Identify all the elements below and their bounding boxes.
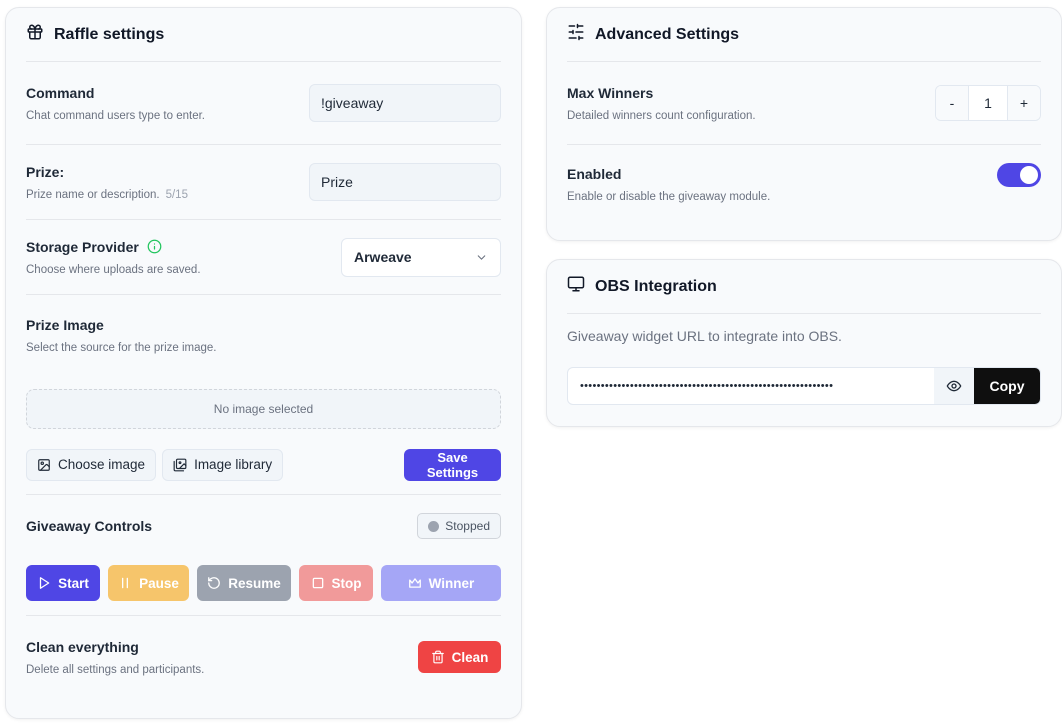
- monitor-icon: [567, 275, 585, 298]
- prize-image-dropzone[interactable]: No image selected: [26, 389, 501, 429]
- prize-row: Prize: Prize name or description. 5/15 Pr…: [26, 145, 501, 220]
- advanced-settings-title: Advanced Settings: [595, 25, 740, 43]
- winner-label: Winner: [428, 575, 475, 591]
- obs-integration-card: OBS Integration Giveaway widget URL to i…: [546, 259, 1062, 427]
- pause-button[interactable]: Pause: [108, 565, 189, 601]
- trash-icon: [431, 650, 445, 664]
- rotate-ccw-icon: [207, 576, 221, 590]
- info-icon[interactable]: [147, 239, 162, 254]
- enabled-help: Enable or disable the giveaway module.: [567, 190, 771, 203]
- resume-label: Resume: [228, 575, 281, 591]
- clean-row: Clean everything Delete all settings and…: [26, 616, 501, 698]
- status-text: Stopped: [445, 519, 490, 533]
- pause-label: Pause: [139, 575, 179, 591]
- images-icon: [173, 458, 187, 472]
- storage-select-value: Arweave: [354, 249, 412, 265]
- crown-icon: [408, 576, 422, 590]
- obs-integration-title: OBS Integration: [595, 277, 717, 295]
- gift-icon: [26, 23, 44, 46]
- pause-icon: [118, 576, 132, 590]
- prize-input[interactable]: Prize: [309, 163, 501, 201]
- obs-integration-header: OBS Integration: [567, 260, 1041, 314]
- status-dot: [428, 520, 440, 532]
- command-row: Command Chat command users type to enter…: [26, 62, 501, 145]
- storage-select[interactable]: Arweave: [341, 237, 501, 277]
- command-label: Command: [26, 84, 95, 101]
- obs-description: Giveaway widget URL to integrate into OB…: [567, 328, 842, 344]
- advanced-settings-card: Advanced Settings Max Winners Detailed w…: [546, 7, 1062, 241]
- stop-button[interactable]: Stop: [299, 565, 373, 601]
- storage-label-text: Storage Provider: [26, 238, 139, 255]
- decrement-button[interactable]: -: [936, 86, 968, 120]
- max-winners-row: Max Winners Detailed winners count confi…: [567, 62, 1041, 145]
- clean-button-label: Clean: [451, 649, 489, 665]
- square-icon: [311, 576, 325, 590]
- copy-button[interactable]: Copy: [974, 368, 1040, 404]
- max-winners-value[interactable]: 1: [968, 86, 1008, 120]
- start-button[interactable]: Start: [26, 565, 100, 601]
- giveaway-controls-section: Giveaway Controls Stopped Start Pause Re…: [26, 495, 501, 616]
- max-winners-label: Max Winners: [567, 84, 654, 101]
- status-badge: Stopped: [417, 513, 501, 539]
- choose-image-button[interactable]: Choose image: [26, 448, 157, 481]
- clean-label: Clean everything: [26, 638, 139, 655]
- start-label: Start: [58, 575, 89, 591]
- enabled-label: Enabled: [567, 165, 622, 182]
- image-library-label: Image library: [194, 457, 273, 472]
- prize-help-text: Prize name or description.: [26, 188, 160, 201]
- enabled-toggle[interactable]: [997, 163, 1041, 187]
- advanced-settings-header: Advanced Settings: [567, 8, 1041, 62]
- image-actions-row: Choose image Image library Save Settings: [26, 429, 501, 495]
- raffle-settings-title: Raffle settings: [54, 25, 165, 43]
- prize-label: Prize:: [26, 163, 65, 180]
- choose-image-label: Choose image: [58, 457, 146, 472]
- max-winners-stepper: - 1 +: [935, 85, 1041, 121]
- stop-label: Stop: [331, 575, 362, 591]
- prize-image-help: Select the source for the prize image.: [26, 342, 217, 354]
- chevron-down-icon: [475, 251, 488, 264]
- command-help: Chat command users type to enter.: [26, 109, 205, 122]
- clean-button[interactable]: Clean: [418, 641, 501, 673]
- save-settings-button[interactable]: Save Settings: [404, 448, 501, 481]
- widget-url-field: ••••••••••••••••••••••••••••••••••••••••…: [567, 367, 1041, 405]
- clean-help: Delete all settings and participants.: [26, 663, 205, 676]
- image-icon: [37, 458, 51, 472]
- giveaway-controls-label: Giveaway Controls: [26, 518, 153, 534]
- raffle-settings-header: Raffle settings: [26, 8, 501, 62]
- prize-image-label: Prize Image: [26, 317, 104, 333]
- prize-image-section: Prize Image Select the source for the pr…: [26, 295, 501, 389]
- raffle-settings-card: Raffle settings Command Chat command use…: [5, 7, 522, 719]
- storage-label: Storage Provider: [26, 239, 201, 255]
- image-library-button[interactable]: Image library: [162, 448, 284, 481]
- max-winners-help: Detailed winners count configuration.: [567, 109, 756, 122]
- play-icon: [37, 576, 51, 590]
- resume-button[interactable]: Resume: [197, 565, 291, 601]
- increment-button[interactable]: +: [1008, 86, 1040, 120]
- storage-help: Choose where uploads are saved.: [26, 263, 201, 276]
- winner-button[interactable]: Winner: [381, 565, 501, 601]
- enabled-row: Enabled Enable or disable the giveaway m…: [567, 145, 1041, 223]
- storage-row: Storage Provider Choose where uploads ar…: [26, 220, 501, 295]
- prize-help: Prize name or description. 5/15: [26, 189, 188, 201]
- widget-url-input[interactable]: ••••••••••••••••••••••••••••••••••••••••…: [568, 368, 934, 404]
- eye-icon[interactable]: [934, 368, 974, 404]
- command-input[interactable]: !giveaway: [309, 84, 501, 122]
- sliders-icon: [567, 23, 585, 46]
- prize-char-counter: 5/15: [165, 188, 188, 201]
